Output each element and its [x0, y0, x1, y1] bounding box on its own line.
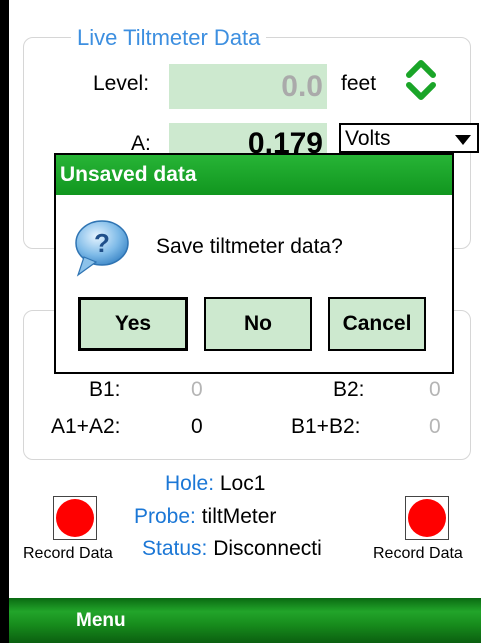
- status-value: Disconnecti: [213, 537, 322, 560]
- record-icon: [408, 499, 446, 537]
- hole-row: Hole: Loc1: [165, 472, 265, 496]
- record-data-button-left[interactable]: [53, 496, 97, 540]
- status-label: Status:: [142, 537, 208, 560]
- level-value-field: 0.0: [169, 64, 327, 109]
- record-data-label-left[interactable]: Record Data: [23, 545, 113, 563]
- dropdown-arrow-icon: [455, 135, 471, 145]
- a1a2-value: 0: [191, 415, 203, 438]
- dialog-title: Unsaved data: [56, 155, 452, 195]
- b2-label: B2:: [333, 378, 365, 401]
- probe-row: Probe: tiltMeter: [134, 505, 276, 529]
- b2-value: 0: [429, 378, 441, 401]
- cancel-button[interactable]: Cancel: [328, 297, 426, 351]
- b1-value: 0: [191, 378, 203, 401]
- b1-label: B1:: [89, 378, 121, 401]
- question-bubble-icon: ?: [75, 220, 129, 277]
- units-select-value: Volts: [345, 127, 391, 150]
- hole-label: Hole:: [165, 472, 215, 495]
- yes-button[interactable]: Yes: [78, 297, 188, 351]
- record-data-button-right[interactable]: [405, 496, 449, 540]
- group-title: Live Tiltmeter Data: [71, 25, 267, 51]
- menu-bar: Menu: [9, 598, 481, 643]
- level-unit: feet: [341, 72, 377, 95]
- dialog-message: Save tiltmeter data?: [156, 235, 343, 258]
- menu-softkey[interactable]: Menu: [76, 610, 126, 632]
- svg-text:?: ?: [94, 228, 110, 258]
- hole-value: Loc1: [219, 472, 266, 495]
- record-data-label-right[interactable]: Record Data: [373, 545, 463, 563]
- a1a2-label: A1+A2:: [51, 415, 121, 438]
- chevron-up-down-icon[interactable]: [403, 55, 439, 103]
- unsaved-data-dialog: Unsaved data ? Save tiltmeter data? Yes …: [54, 153, 454, 374]
- status-row: Status: Disconnecti: [142, 537, 322, 561]
- probe-label: Probe:: [134, 505, 196, 528]
- b1b2-label: B1+B2:: [291, 415, 361, 438]
- units-select[interactable]: Volts: [339, 123, 479, 153]
- level-value: 0.0: [281, 70, 323, 103]
- app-screen: Live Tiltmeter Data Level: 0.0 feet A: 0…: [9, 0, 481, 643]
- level-label: Level:: [93, 72, 150, 95]
- b1b2-value: 0: [429, 415, 441, 438]
- no-button[interactable]: No: [204, 297, 312, 351]
- record-icon: [56, 499, 94, 537]
- probe-value: tiltMeter: [201, 505, 277, 528]
